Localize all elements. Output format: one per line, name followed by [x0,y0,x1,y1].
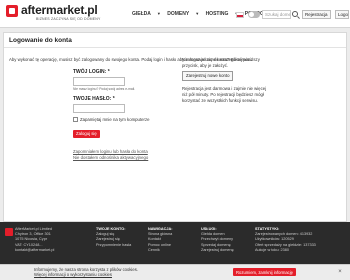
chevron-down-icon: ▼ [195,11,200,16]
cookie-info-link[interactable]: Więcej informacji o wykorzystaniu cookie… [34,272,138,277]
footer-col-account: TWOJE KONTO: Zaloguj się Zarejestruj się… [96,227,131,248]
login-input[interactable] [73,77,125,86]
footer-link[interactable]: Przechwyt domeny [201,237,234,242]
register-header-button[interactable]: Rejestracja [302,10,331,19]
forgot-password-link[interactable]: Zapomniałem loginu lub hasła do konta [73,149,183,154]
cookie-accept-button[interactable]: Rozumiem, zamknij informację [233,268,297,276]
footer-col-stats: STATYSTYKI: Zarejestrowanych domen: 4139… [255,227,316,253]
page-title: Logowanie do konta [4,33,346,48]
theme-toggle[interactable] [248,11,260,18]
password-input[interactable] [73,104,125,113]
company-line: kontakt@aftermarket.pl [15,247,55,252]
close-icon[interactable]: × [336,268,344,276]
nav-domeny[interactable]: DOMENY ▼ [167,11,199,17]
login-form: TWÓJ LOGIN: * Nie masz loginu? Podaj swó… [73,69,183,160]
register-button[interactable]: Zarejestruj nowe konto [182,71,234,81]
footer-logo-icon [5,228,13,236]
polish-flag-icon[interactable] [236,12,244,18]
remember-checkbox[interactable] [73,117,78,123]
nav-gielda[interactable]: GIEŁDA ▼ [132,11,161,17]
register-section: Nie masz jeszcze konta? Kliknij poniższy… [182,57,302,104]
chevron-down-icon: ▼ [156,11,161,16]
logo-icon [6,5,18,17]
footer-link[interactable]: Zarejestruj domenę [201,248,234,253]
cookie-bar: Informujemy, że nasza strona korzysta z … [0,264,350,280]
nav-label: GIEŁDA [132,11,151,17]
password-label: TWOJE HASŁO: * [73,96,115,102]
footer-company: AfterMarket.pl Limited Chytron 3, Office… [15,227,54,253]
remember-me[interactable]: Zapamiętaj mnie na tym komputerze [73,117,183,123]
login-submit-button[interactable]: Zaloguj się [73,129,100,138]
search-icon[interactable] [292,11,298,17]
login-panel: Logowanie do konta Aby wykonać tę operac… [3,32,347,222]
footer-stat: Aukcje w toku: 2380 [255,247,289,252]
login-header-button[interactable]: Logowanie ▾ [335,10,349,19]
remember-label: Zapamiętaj mnie na tym komputerze [80,117,150,122]
footer-link[interactable]: Cennik [148,248,172,253]
footer-link[interactable]: Przypomnienie hasła [96,243,131,248]
footer-col-services: USŁUGI: Giełda domen Przechwyt domeny Sp… [201,227,234,253]
nav-label: HOSTING [205,11,229,17]
login-label: TWÓJ LOGIN: * [73,69,110,75]
cookie-text: Informujemy, że nasza strona korzysta z … [34,267,138,277]
nav-hosting[interactable]: HOSTING▼ [206,11,239,17]
activation-link[interactable]: Nie dostałem odnośnika aktywacyjnego [73,155,183,160]
search-input[interactable]: Szukaj domen [262,10,291,19]
site-header: aftermarket.pl BIZNES ZACZYNA SIĘ OD DOM… [0,0,350,28]
footer-col-nav: NAWIGACJA: Strona główna Kontakt Pomoc o… [148,227,172,253]
logo-text: aftermarket.pl [21,3,98,17]
register-note: korzystać ze wszystkich funkcji serwisu. [182,98,258,103]
register-text: przycisk, aby je założyć. [182,63,229,68]
nav-label: DOMENY [167,11,190,17]
logo-tagline: BIZNES ZACZYNA SIĘ OD DOMENY [36,17,101,21]
login-help-text: Nie masz loginu? Podaj swój adres e-mail… [73,87,136,91]
